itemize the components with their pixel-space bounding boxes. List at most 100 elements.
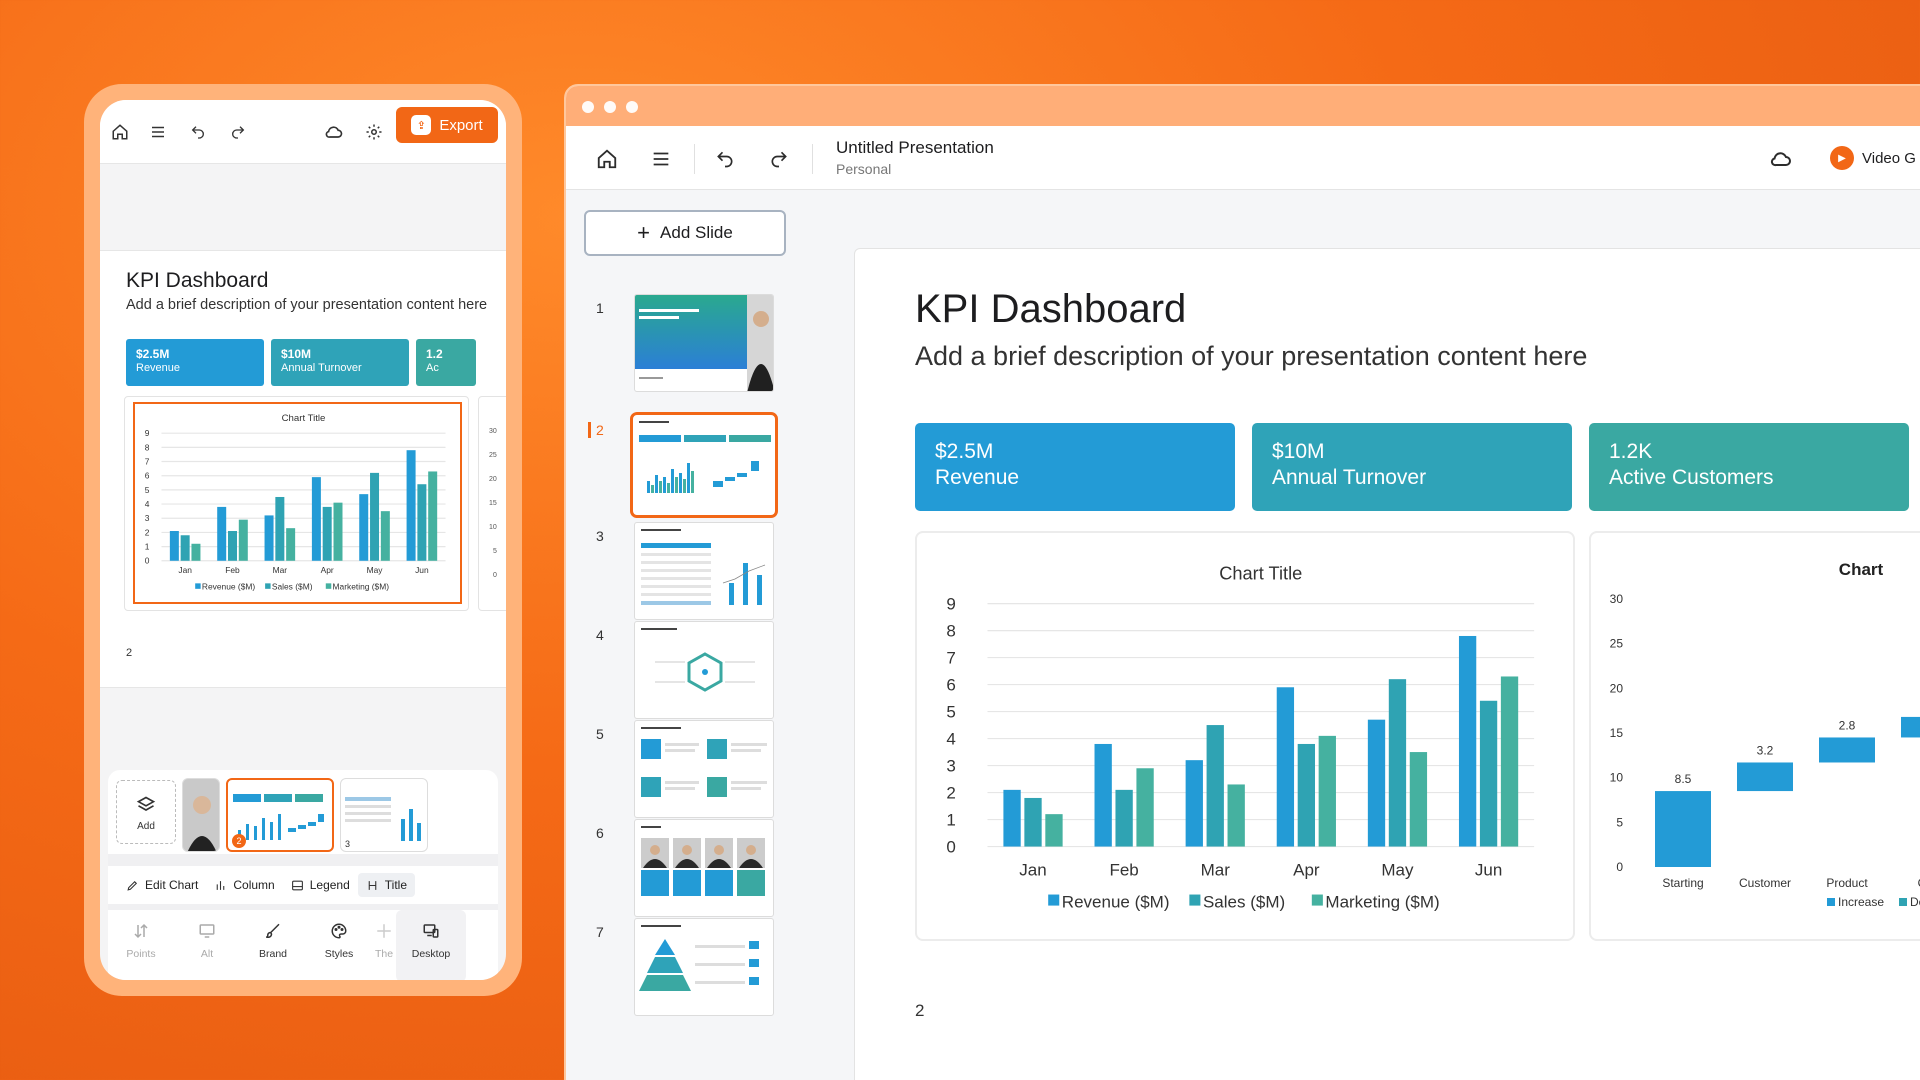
video-guide-button[interactable]: ▶ Video G	[1830, 146, 1916, 170]
bar-sales	[1024, 797, 1042, 847]
kpi-value: $10M	[281, 347, 312, 361]
slide-thumb-2[interactable]: 2	[226, 778, 334, 852]
y-tick-label: 7	[946, 649, 955, 668]
legend-swatch	[1827, 898, 1835, 906]
x-tick-label: Mar	[273, 565, 288, 575]
redo-icon[interactable]	[226, 120, 250, 144]
data-label: 2.8	[1839, 718, 1856, 732]
mobile-chart-card-2[interactable]: 30 25 20 15 10 5 0	[478, 396, 506, 611]
kpi-value: $10M	[1272, 440, 1325, 463]
waterfall-chart-card[interactable]: Chart 0 5 10 15 20 25 30 8.5 Starting 3.2 Customer 2…	[1589, 531, 1920, 941]
kpi-card-customers[interactable]: 1.2K Active Customers	[1589, 423, 1909, 511]
redo-icon[interactable]	[766, 146, 792, 172]
bar-chart-card[interactable]: Chart Title 0 1 2 3 4 5 6 7 8 9 Jan Feb Mar Apr May Jun R…	[915, 531, 1575, 941]
mobile-chart-card[interactable]: Chart Title 0 1 2 3 4 5 6 7 8 9 Jan Feb Mar Apr May Jun R…	[124, 396, 469, 611]
legend-swatch	[195, 583, 201, 589]
slide-canvas[interactable]: KPI Dashboard Add a brief description of…	[854, 248, 1920, 1080]
kpi-card-revenue[interactable]: $2.5M Revenue	[126, 339, 264, 386]
close-window-dot[interactable]	[582, 101, 594, 113]
home-icon[interactable]	[108, 120, 132, 144]
slide-thumbnail-5[interactable]: 5	[584, 720, 784, 820]
nav-label: Styles	[324, 948, 354, 960]
add-slide-button[interactable]: Add	[116, 780, 176, 844]
gear-icon[interactable]	[362, 120, 386, 144]
slide-thumbnail-1[interactable]: 1	[584, 294, 784, 394]
title-button[interactable]: Title	[357, 873, 415, 897]
nav-themes[interactable]: The	[372, 910, 396, 980]
slide-title[interactable]: KPI Dashboard	[915, 287, 1186, 332]
kpi-card-turnover[interactable]: $10M Annual Turnover	[271, 339, 409, 386]
minimize-window-dot[interactable]	[604, 101, 616, 113]
slide-thumbnail-3[interactable]: 3	[584, 522, 784, 622]
chart-tools-row: Edit Chart Column Legend Title	[108, 866, 498, 904]
cloud-icon[interactable]	[1768, 146, 1794, 172]
nav-label: The	[374, 948, 394, 960]
menu-icon[interactable]	[146, 120, 170, 144]
y-tick-label: 9	[946, 595, 955, 614]
grouped-bar-chart[interactable]: Chart Title 0 1 2 3 4 5 6 7 8 9 Jan Feb Mar Apr May Jun R…	[917, 533, 1573, 939]
waterfall-chart[interactable]: Chart 0 5 10 15 20 25 30 8.5 Starting 3.2 Customer 2…	[1591, 533, 1920, 939]
mobile-bar-chart[interactable]: Chart Title 0 1 2 3 4 5 6 7 8 9 Jan Feb Mar Apr May Jun R…	[135, 404, 460, 602]
nav-styles[interactable]: Styles	[306, 910, 372, 980]
slide-thumbnail-2[interactable]: 2	[584, 412, 784, 518]
y-tick-label: 10	[1610, 771, 1624, 785]
x-tick-label: Feb	[1109, 861, 1138, 880]
cloud-icon[interactable]	[322, 120, 346, 144]
tool-label: Edit Chart	[145, 878, 199, 892]
svg-text:30: 30	[489, 428, 497, 435]
nav-brand[interactable]: Brand	[240, 910, 306, 980]
nav-points[interactable]: Points	[108, 910, 174, 980]
slide-thumbnail-6[interactable]: 6	[584, 819, 784, 919]
y-tick-label: 2	[946, 784, 955, 803]
column-button[interactable]: Column	[206, 873, 282, 897]
kpi-value: $2.5M	[136, 347, 170, 361]
maximize-window-dot[interactable]	[626, 101, 638, 113]
bar-sales	[1388, 679, 1407, 847]
kpi-card-turnover[interactable]: $10M Annual Turnover	[1252, 423, 1572, 511]
slide-thumb-1[interactable]	[182, 778, 220, 852]
bar-marketing	[1136, 768, 1154, 847]
chart-title: Chart Title	[1219, 563, 1302, 583]
slide-thumbnail-4[interactable]: 4	[584, 621, 784, 721]
document-title[interactable]: Untitled Presentation	[836, 138, 994, 158]
legend-swatch	[325, 583, 332, 589]
slide-preview	[634, 294, 774, 392]
slide-page-number: 2	[126, 647, 133, 659]
undo-icon[interactable]	[712, 146, 738, 172]
y-tick-label: 15	[1610, 726, 1624, 740]
desktop-icon	[420, 922, 442, 944]
bar-marketing	[428, 471, 438, 561]
chart-selection-frame: Chart Title 0 1 2 3 4 5 6 7 8 9 Jan Feb Mar Apr May Jun R…	[133, 402, 462, 604]
slide-number: 7	[596, 924, 604, 940]
add-label: Add	[137, 821, 155, 832]
mobile-slide[interactable]: KPI Dashboard Add a brief description of…	[100, 250, 506, 688]
home-icon[interactable]	[594, 146, 620, 172]
divider	[694, 144, 695, 174]
bar-marketing	[191, 543, 201, 561]
edit-chart-button[interactable]: Edit Chart	[118, 873, 206, 897]
undo-icon[interactable]	[186, 120, 210, 144]
slide-description[interactable]: Add a brief description of your presenta…	[915, 341, 1587, 372]
slide-description: Add a brief description of your presenta…	[126, 297, 488, 313]
bar-revenue	[359, 494, 369, 561]
x-tick-label: Jan	[1019, 861, 1046, 880]
export-button[interactable]: ⇪ Export	[396, 107, 498, 143]
menu-icon[interactable]	[648, 146, 674, 172]
legend-label: Revenue ($M)	[1062, 892, 1170, 911]
add-slide-button[interactable]: + Add Slide	[584, 210, 786, 256]
kpi-card-revenue[interactable]: $2.5M Revenue	[915, 423, 1235, 511]
slide-number-badge: 3	[345, 839, 351, 849]
slide-number: 5	[596, 726, 604, 742]
kpi-card-customers[interactable]: 1.2 Ac	[416, 339, 476, 386]
waterfall-bar	[1737, 762, 1793, 792]
monitor-icon	[196, 922, 218, 944]
legend-button[interactable]: Legend	[283, 873, 358, 897]
slide-number: 4	[596, 627, 604, 643]
mobile-toolbar: ⇪ Export	[100, 100, 506, 164]
bar-revenue	[311, 477, 321, 561]
slide-thumb-3[interactable]: 3	[340, 778, 428, 852]
nav-alt[interactable]: Alt	[174, 910, 240, 980]
sparkle-icon	[373, 922, 395, 944]
slide-thumbnail-7[interactable]: 7	[584, 918, 784, 1018]
nav-desktop[interactable]: Desktop	[396, 910, 466, 980]
